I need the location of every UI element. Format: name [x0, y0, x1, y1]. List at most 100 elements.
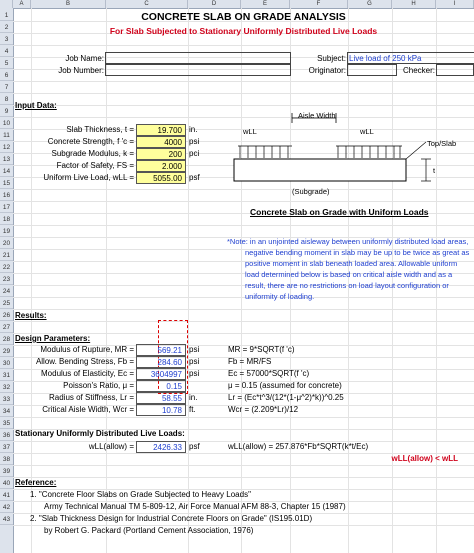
row-number[interactable]: 27: [0, 322, 13, 333]
row-number[interactable]: 38: [0, 454, 13, 465]
modulus-of-elasticity-value[interactable]: 3604997: [136, 368, 186, 380]
allow-bending-stress-label: Allow. Bending Stress, Fb =: [35, 357, 134, 366]
column-header-f[interactable]: F: [290, 0, 348, 8]
row-number[interactable]: 2: [0, 22, 13, 33]
wll-right-label: wLL: [360, 127, 374, 136]
modulus-of-rupture-label: Modulus of Rupture, MR =: [40, 345, 134, 354]
uniform-live-load-input[interactable]: 5055.00: [136, 172, 186, 184]
row-number[interactable]: 39: [0, 466, 13, 477]
row-number[interactable]: 28: [0, 334, 13, 345]
row-number[interactable]: 41: [0, 490, 13, 501]
modulus-of-elasticity-formula: Ec = 57000*SQRT(f 'c): [228, 369, 310, 378]
factor-of-safety-unit: [189, 160, 209, 171]
row-number[interactable]: 29: [0, 346, 13, 357]
row-number[interactable]: 40: [0, 478, 13, 489]
row-number[interactable]: 36: [0, 430, 13, 441]
critical-aisle-width-value[interactable]: 10.78: [136, 404, 186, 416]
row-number[interactable]: 3: [0, 34, 13, 45]
row-number[interactable]: 1: [0, 10, 13, 21]
row-number[interactable]: 33: [0, 394, 13, 405]
note-line: negative bending moment in slab may be u…: [245, 248, 470, 257]
job-name-field[interactable]: [105, 52, 291, 64]
row-number[interactable]: 7: [0, 82, 13, 93]
row-number[interactable]: 32: [0, 382, 13, 393]
row-number[interactable]: 43: [0, 514, 13, 525]
row-number[interactable]: 9: [0, 106, 13, 117]
row-number[interactable]: 42: [0, 502, 13, 513]
gridline-vertical: [106, 8, 107, 553]
column-header-a[interactable]: A: [13, 0, 31, 8]
originator-label: Originator:: [308, 66, 346, 75]
note-line: *Note: in an unjointed aisleway between …: [227, 237, 469, 246]
column-header-h[interactable]: H: [392, 0, 436, 8]
row-number[interactable]: 37: [0, 442, 13, 453]
row-number[interactable]: 25: [0, 298, 13, 309]
subject-value: Live load of 250 kPa: [349, 54, 422, 63]
reference-line: 2. "Slab Thickness Design for Industrial…: [30, 514, 313, 523]
modulus-of-elasticity-unit: psi: [189, 369, 200, 378]
wll-allow-value[interactable]: 2426.33: [136, 441, 186, 453]
sheet-title: CONCRETE SLAB ON GRADE ANALYSIS: [141, 12, 346, 23]
row-number[interactable]: 10: [0, 118, 13, 129]
row-number[interactable]: 26: [0, 310, 13, 321]
row-number[interactable]: 11: [0, 130, 13, 141]
row-number[interactable]: 12: [0, 142, 13, 153]
subgrade-modulus-input[interactable]: 200: [136, 148, 186, 160]
slab-thickness-input[interactable]: 19.700: [136, 124, 186, 136]
gridline-horizontal: [13, 93, 474, 94]
column-header-g[interactable]: G: [348, 0, 392, 8]
originator-field[interactable]: [347, 64, 397, 76]
results-heading: Results:: [15, 311, 47, 320]
row-number[interactable]: 21: [0, 250, 13, 261]
subgrade-modulus-unit: pci: [189, 149, 200, 158]
row-number[interactable]: 4: [0, 46, 13, 57]
column-header-d[interactable]: D: [188, 0, 241, 8]
row-number[interactable]: 6: [0, 70, 13, 81]
row-number[interactable]: 8: [0, 94, 13, 105]
slab-thickness-label: Slab Thickness, t =: [66, 125, 134, 134]
row-number[interactable]: 23: [0, 274, 13, 285]
row-number[interactable]: 14: [0, 166, 13, 177]
allow-bending-stress-value[interactable]: 284.60: [136, 356, 186, 368]
row-number[interactable]: 30: [0, 358, 13, 369]
input-heading: Input Data:: [15, 101, 57, 110]
reference-heading: Reference:: [15, 478, 57, 487]
concrete-strength-input[interactable]: 4000: [136, 136, 186, 148]
wll-left-label: wLL: [243, 127, 257, 136]
column-header-i[interactable]: I: [436, 0, 474, 8]
column-header-e[interactable]: E: [241, 0, 290, 8]
aisle-width-label: Aisle Width: [298, 111, 336, 120]
radius-of-stiffness-unit: in.: [189, 393, 198, 402]
row-number[interactable]: 31: [0, 370, 13, 381]
left-load-arrows: [239, 146, 289, 158]
row-number[interactable]: 17: [0, 202, 13, 213]
row-number[interactable]: 5: [0, 58, 13, 69]
column-header-c[interactable]: C: [106, 0, 188, 8]
job-number-field[interactable]: [105, 64, 291, 76]
radius-of-stiffness-value[interactable]: 58.55: [136, 392, 186, 404]
row-number[interactable]: 16: [0, 190, 13, 201]
column-header-b[interactable]: B: [31, 0, 106, 8]
poissons-ratio-formula: μ = 0.15 (assumed for concrete): [228, 381, 342, 390]
top-slab-label: Top/Slab: [427, 139, 457, 148]
row-number[interactable]: 19: [0, 226, 13, 237]
modulus-of-rupture-value[interactable]: 569.21: [136, 344, 186, 356]
wll-allow-formula: wLL(allow) = 257.876*Fb*SQRT(k*t/Ec): [228, 442, 369, 451]
modulus-of-elasticity-label: Modulus of Elasticity, Ec =: [41, 369, 134, 378]
row-number[interactable]: 13: [0, 154, 13, 165]
row-number[interactable]: 34: [0, 406, 13, 417]
critical-aisle-width-label: Critical Aisle Width, Wcr =: [42, 405, 134, 414]
row-number[interactable]: 18: [0, 214, 13, 225]
row-number[interactable]: 22: [0, 262, 13, 273]
column-header-corner[interactable]: [0, 0, 13, 8]
factor-of-safety-input[interactable]: 2.000: [136, 160, 186, 172]
row-number[interactable]: 35: [0, 418, 13, 429]
subgrade-label: (Subgrade): [292, 187, 330, 196]
row-number[interactable]: 24: [0, 286, 13, 297]
checker-field[interactable]: [436, 64, 474, 76]
column-header-bar: A B C D E F G H I: [0, 0, 474, 9]
right-load-arrows: [337, 146, 401, 158]
row-number[interactable]: 15: [0, 178, 13, 189]
poissons-ratio-value[interactable]: 0.15: [136, 380, 186, 392]
row-number[interactable]: 20: [0, 238, 13, 249]
